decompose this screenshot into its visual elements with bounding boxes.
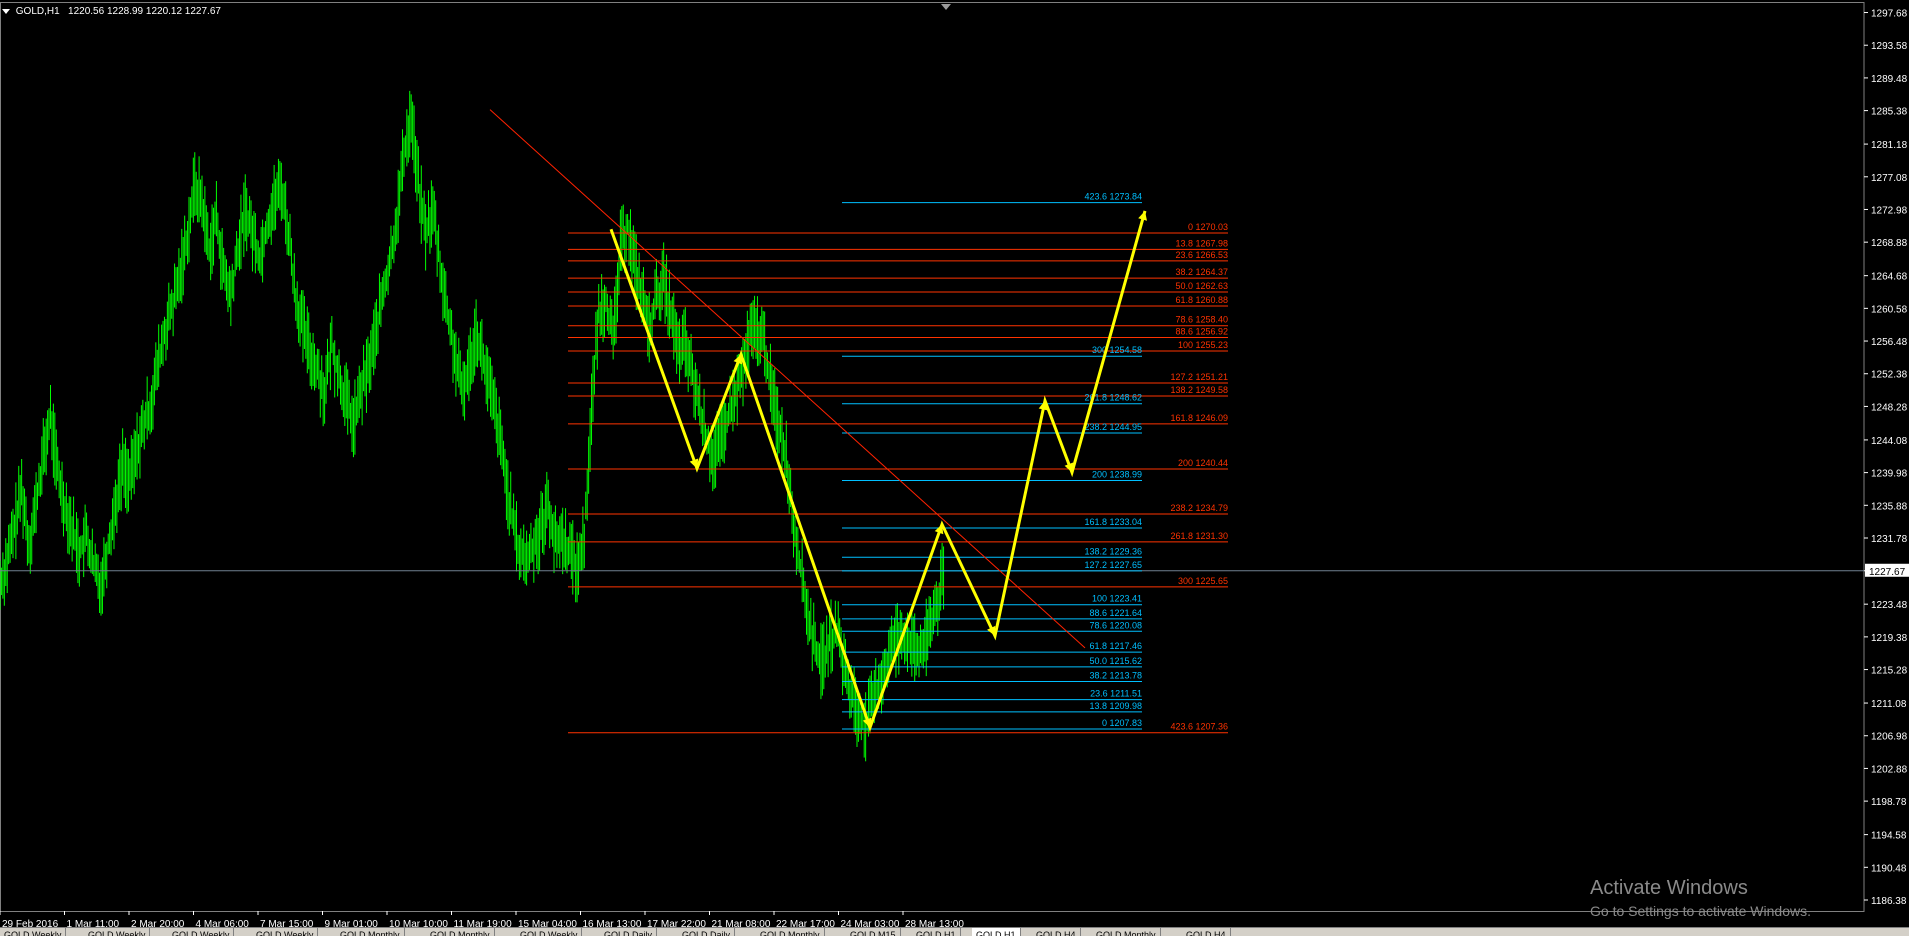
fib-blue-label: 300 1254.58 [1092, 345, 1142, 355]
fib-blue-label: 423.6 1273.84 [1084, 192, 1142, 202]
fib-blue-label: 127.2 1227.65 [1084, 560, 1142, 570]
chart-title: GOLD,H1 1220.56 1228.99 1220.12 1227.67 [2, 6, 221, 17]
menu-caret-icon[interactable] [2, 8, 10, 14]
y-tick-label: 1285.38 [1871, 107, 1908, 118]
symbol-label: GOLD,H1 [15, 6, 60, 17]
y-tick-label: 1186.38 [1871, 896, 1907, 907]
y-tick-label: 1206.98 [1871, 732, 1908, 743]
fib-red-label: 200 1240.44 [1178, 458, 1228, 468]
y-tick-label: 1194.58 [1871, 831, 1907, 842]
fib-red-label: 161.8 1246.09 [1170, 413, 1228, 423]
fib-blue-label: 38.2 1213.78 [1089, 671, 1142, 681]
y-tick-label: 1202.88 [1871, 764, 1908, 775]
fib-blue-label: 0 1207.83 [1102, 718, 1142, 728]
fib-red-label: 261.8 1231.30 [1170, 531, 1228, 541]
fib-red-label: 127.2 1251.21 [1170, 372, 1228, 382]
y-tick-label: 1293.58 [1871, 41, 1908, 52]
fib-blue-label: 88.6 1221.64 [1089, 608, 1142, 618]
fib-red-label: 88.6 1256.92 [1175, 327, 1228, 337]
trendline [489, 109, 1086, 649]
y-tick-label: 1235.88 [1871, 501, 1908, 512]
y-tick-label: 1211.08 [1871, 699, 1907, 710]
fib-blue-label: 61.8 1217.46 [1089, 641, 1142, 651]
fib-red-label: 238.2 1234.79 [1170, 503, 1228, 513]
fib-red-label: 50.0 1262.63 [1175, 281, 1228, 291]
y-tick-label: 1264.68 [1871, 272, 1908, 283]
fib-blue-label: 13.8 1209.98 [1089, 701, 1142, 711]
plot-frame [0, 2, 1865, 912]
y-tick-label: 1268.88 [1871, 238, 1908, 249]
fib-blue-label: 200 1238.99 [1092, 470, 1142, 480]
y-tick-label: 1272.98 [1871, 205, 1908, 216]
y-tick-label: 1289.48 [1871, 74, 1908, 85]
activate-windows-title: Activate Windows [1590, 877, 1748, 899]
fib-blue-label: 100 1223.41 [1092, 594, 1142, 604]
price-chart[interactable]: 1297.68 1293.58 1289.48 1285.38 1281.18 1277.… [0, 0, 1909, 935]
fib-blue-label: 50.0 1215.62 [1089, 656, 1142, 666]
y-tick-label: 1215.28 [1871, 666, 1908, 677]
y-tick-label: 1248.28 [1871, 402, 1908, 413]
y-tick-label: 1256.48 [1871, 337, 1908, 348]
y-tick-label: 1198.78 [1871, 797, 1907, 808]
activate-windows-subtitle: Go to Settings to activate Windows. [1590, 903, 1811, 919]
fib-blue-label: 23.6 1211.51 [1090, 689, 1142, 699]
fib-blue-label: 238.2 1244.95 [1084, 422, 1142, 432]
fib-red-label: 300 1225.65 [1178, 576, 1228, 586]
y-tick-label: 1219.38 [1871, 633, 1908, 644]
chart-shift-marker-icon[interactable] [941, 4, 951, 10]
ohlc-label: 1220.56 1228.99 1220.12 1227.67 [68, 6, 221, 17]
fib-blue-label: 138.2 1229.36 [1084, 546, 1142, 556]
fib-red-label: 78.6 1258.40 [1175, 315, 1228, 325]
fib-blue-label: 161.8 1233.04 [1084, 517, 1142, 527]
y-tick-label: 1277.08 [1871, 173, 1908, 184]
fib-red-label: 138.2 1249.58 [1170, 385, 1228, 395]
y-tick-label: 1244.08 [1871, 436, 1908, 447]
fib-red-label: 61.8 1260.88 [1175, 295, 1228, 305]
fib-red-label: 23.6 1266.53 [1175, 250, 1228, 260]
y-tick-label: 1252.38 [1871, 370, 1908, 381]
y-tick-label: 1260.58 [1871, 304, 1908, 315]
current-price-label: 1227.67 [1869, 567, 1906, 578]
fib-blue-label: 78.6 1220.08 [1089, 620, 1142, 630]
y-tick-label: 1231.78 [1871, 534, 1908, 545]
fib-red-label: 100 1255.23 [1178, 340, 1228, 350]
fib-red-label: 13.8 1267.98 [1175, 238, 1228, 248]
y-tick-label: 1223.48 [1871, 600, 1908, 611]
y-tick-label: 1281.18 [1871, 140, 1908, 151]
fib-red-label: 38.2 1264.37 [1175, 267, 1228, 277]
y-tick-label: 1239.98 [1871, 469, 1908, 480]
fib-red-label: 0 1270.03 [1188, 222, 1228, 232]
fib-red-label: 423.6 1207.36 [1170, 722, 1228, 732]
y-tick-label: 1297.68 [1871, 9, 1908, 20]
y-tick-label: 1190.48 [1871, 863, 1907, 874]
